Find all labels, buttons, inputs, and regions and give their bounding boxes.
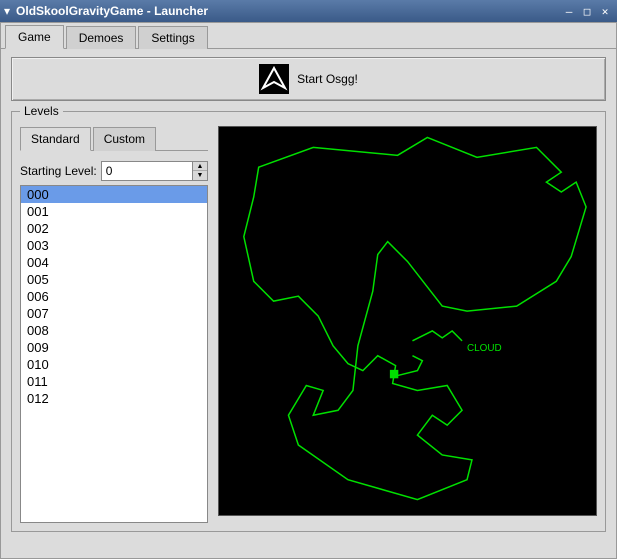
list-item[interactable]: 006: [21, 288, 207, 305]
window-menu-icon[interactable]: ▾: [4, 4, 10, 18]
preview-annotation: CLOUD: [467, 343, 502, 354]
list-item[interactable]: 011: [21, 373, 207, 390]
start-button-label: Start Osgg!: [297, 72, 358, 86]
spinner-up-icon[interactable]: ▲: [193, 162, 207, 171]
main-tabbar: Game Demoes Settings: [1, 23, 616, 49]
subtab-standard[interactable]: Standard: [20, 127, 91, 151]
list-item[interactable]: 000: [21, 186, 207, 203]
list-item[interactable]: 005: [21, 271, 207, 288]
close-button[interactable]: ✕: [597, 4, 613, 18]
tab-game-label: Game: [18, 30, 51, 44]
list-item[interactable]: 008: [21, 322, 207, 339]
minimize-button[interactable]: —: [561, 4, 577, 18]
start-button[interactable]: Start Osgg!: [11, 57, 606, 101]
list-item[interactable]: 010: [21, 356, 207, 373]
list-item[interactable]: 012: [21, 390, 207, 407]
list-item[interactable]: 004: [21, 254, 207, 271]
levels-subtabbar: Standard Custom: [20, 126, 208, 151]
tab-demoes[interactable]: Demoes: [66, 26, 137, 49]
tab-settings[interactable]: Settings: [138, 26, 207, 49]
maximize-button[interactable]: □: [579, 4, 595, 18]
client-area: Game Demoes Settings Start Osgg! Levels …: [0, 22, 617, 559]
list-item[interactable]: 003: [21, 237, 207, 254]
tab-demoes-label: Demoes: [79, 31, 124, 45]
list-item[interactable]: 002: [21, 220, 207, 237]
starting-level-spinner[interactable]: ▲ ▼: [101, 161, 208, 181]
window-title: OldSkoolGravityGame - Launcher: [16, 4, 559, 18]
tab-game[interactable]: Game: [5, 25, 64, 49]
starting-level-input[interactable]: [102, 162, 192, 180]
list-item[interactable]: 007: [21, 305, 207, 322]
tab-settings-label: Settings: [151, 31, 194, 45]
level-preview: CLOUD: [218, 126, 597, 516]
page-game: Start Osgg! Levels Standard Custom Start…: [1, 49, 616, 540]
level-listbox[interactable]: 000001002003004005006007008009010011012: [20, 185, 208, 523]
subtab-standard-label: Standard: [31, 132, 80, 146]
titlebar: ▾ OldSkoolGravityGame - Launcher — □ ✕: [0, 0, 617, 22]
start-logo-icon: [259, 64, 289, 94]
levels-legend: Levels: [20, 104, 63, 118]
starting-level-label: Starting Level:: [20, 164, 97, 178]
subtab-custom[interactable]: Custom: [93, 127, 156, 151]
subtab-custom-label: Custom: [104, 132, 145, 146]
list-item[interactable]: 009: [21, 339, 207, 356]
levels-fieldset: Levels Standard Custom Starting Level: ▲: [11, 111, 606, 532]
list-item[interactable]: 001: [21, 203, 207, 220]
spinner-down-icon[interactable]: ▼: [193, 171, 207, 180]
